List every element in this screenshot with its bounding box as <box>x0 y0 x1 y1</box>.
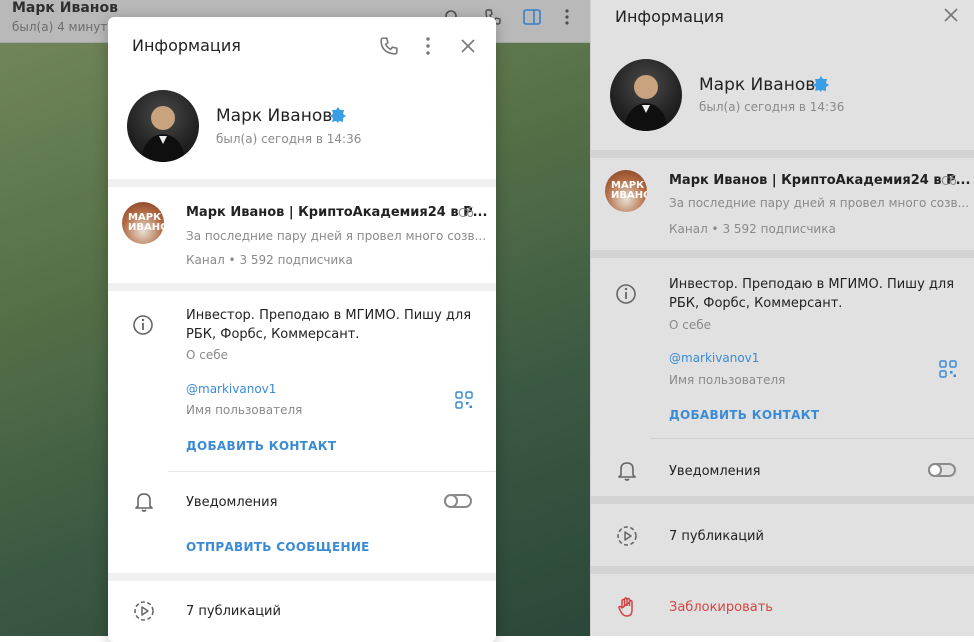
qr-code-icon[interactable] <box>939 360 957 378</box>
send-message-button[interactable]: ОТПРАВИТЬ СООБЩЕНИЕ <box>186 540 370 554</box>
username-label: Имя пользователя <box>186 403 303 417</box>
verified-icon <box>813 76 829 92</box>
panel-bio-line-2: РБК, Форбс, Коммерсант. <box>669 296 843 311</box>
call-icon[interactable] <box>380 37 398 55</box>
panel-channel-meta: Канал • 3 592 подписчика <box>669 222 836 236</box>
profile-name: Марк Иванов <box>216 106 333 126</box>
modal-more-icon[interactable] <box>426 37 430 55</box>
bell-icon <box>134 491 154 513</box>
bio-label: О себе <box>186 348 229 362</box>
panel-username[interactable]: @markivanov1 <box>669 351 759 365</box>
panel-notifications-label: Уведомления <box>669 464 761 479</box>
panel-divider <box>591 150 974 158</box>
panel-divider <box>591 250 974 258</box>
modal-divider <box>108 573 496 581</box>
panel-stories-icon <box>616 525 638 547</box>
bio-line-2: РБК, Форбс, Коммерсант. <box>186 327 360 342</box>
channel-preview: За последние пару дней я провел много со… <box>186 229 487 243</box>
panel-username-label: Имя пользователя <box>669 373 786 387</box>
verified-icon <box>330 107 346 123</box>
notifications-label: Уведомления <box>186 495 278 510</box>
panel-divider <box>591 566 974 574</box>
panel-bio-line-1: Инвестор. Преподаю в МГИМО. Пишу для <box>669 277 955 292</box>
modal-divider <box>108 179 496 187</box>
panel-channel-preview: За последние пару дней я провел много со… <box>669 196 970 210</box>
info-panel: Информация Марк Иванов был(а) сегодня в … <box>590 0 974 636</box>
panel-channel-name[interactable]: Марк Иванов | КриптоАкадемия24 в Р... <box>669 171 970 190</box>
profile-avatar[interactable] <box>127 90 199 162</box>
panel-profile-last-seen: был(а) сегодня в 14:36 <box>699 100 845 114</box>
panel-profile-avatar[interactable] <box>610 59 682 131</box>
modal-divider-line <box>168 471 496 472</box>
bio-line-1: Инвестор. Преподаю в МГИМО. Пишу для <box>186 308 472 323</box>
panel-title: Информация <box>615 7 724 26</box>
panel-posts-label[interactable]: 7 публикаций <box>669 527 764 546</box>
panel-bio-label: О себе <box>669 318 712 332</box>
add-contact-button[interactable]: ДОБАВИТЬ КОНТАКТ <box>186 439 336 453</box>
panel-channel-day: Сб <box>941 174 957 188</box>
panel-bell-icon <box>617 460 637 482</box>
modal-title: Информация <box>132 36 241 55</box>
channel-avatar-text: МАРК ИВАНОВ <box>128 212 164 233</box>
info-icon <box>132 314 154 336</box>
panel-notifications-toggle[interactable] <box>928 463 956 477</box>
notifications-toggle[interactable] <box>444 494 472 508</box>
panel-profile-name: Марк Иванов <box>699 75 816 95</box>
panel-add-contact-button[interactable]: ДОБАВИТЬ КОНТАКТ <box>669 408 819 422</box>
panel-divider-line <box>651 438 974 439</box>
username[interactable]: @markivanov1 <box>186 382 276 396</box>
info-modal: Информация Марк Иванов был(а) сегодня в … <box>108 17 496 642</box>
panel-channel-avatar[interactable]: МАРК ИВАНОВ <box>605 170 647 212</box>
modal-close-icon[interactable] <box>460 38 476 54</box>
channel-name[interactable]: Марк Иванов | КриптоАкадемия24 в Р... <box>186 203 487 222</box>
modal-divider <box>108 283 496 291</box>
panel-info-icon <box>615 283 637 305</box>
stories-icon <box>133 600 155 622</box>
profile-last-seen: был(а) сегодня в 14:36 <box>216 132 362 146</box>
channel-meta: Канал • 3 592 подписчика <box>186 253 353 267</box>
channel-day: Сб <box>458 206 474 220</box>
panel-block-button[interactable]: Заблокировать <box>669 600 773 615</box>
qr-code-icon[interactable] <box>455 391 473 409</box>
panel-divider <box>591 496 974 504</box>
channel-avatar-text: МАРК ИВАНОВ <box>611 180 647 201</box>
channel-avatar[interactable]: МАРК ИВАНОВ <box>122 202 164 244</box>
panel-close-icon[interactable] <box>943 7 959 23</box>
block-hand-icon <box>617 596 637 618</box>
posts-label[interactable]: 7 публикаций <box>186 602 281 621</box>
